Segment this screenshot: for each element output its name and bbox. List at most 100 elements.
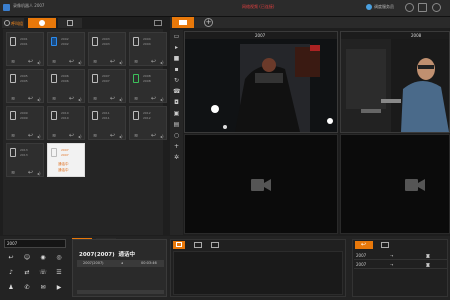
person-icon [39,20,45,26]
record-list-icon[interactable] [381,242,389,248]
active-tab-highlight[interactable] [28,18,56,28]
close-button[interactable] [432,3,441,12]
member-tile[interactable]: 2007 2007 ≋ ↩ ◂) [88,69,126,103]
file-icon[interactable] [211,242,219,248]
member-tile[interactable]: 2009 2009 ≋ ↩ ◂) [6,106,44,140]
record-play-icon[interactable]: ◙ [426,262,430,267]
settings-icon[interactable]: ✲ [173,155,180,161]
transfer-icon[interactable]: ⇄ [22,269,32,277]
left-tab-bar: 呼叫组 通讯录 [0,18,166,46]
forward-icon[interactable]: ▸ [173,45,180,51]
video-cell-4[interactable] [340,134,450,234]
plus-icon[interactable]: + [173,144,180,150]
member-tile[interactable]: 2002 2002 ≋ ↩ ◂) [47,32,85,66]
mute-icon[interactable]: ♪ [6,269,16,277]
record-icon[interactable]: ▪ [173,67,180,73]
tile-id: 2007 [61,148,69,152]
tile-id-secondary: 2009 [20,116,28,120]
volume-icon: ◂) [160,134,164,139]
member-tile[interactable]: 2013 2013 ≋ ↩ ◂) [6,143,44,177]
member-tile[interactable]: 2005 2005 ≋ ↩ ◂) [6,69,44,103]
camera-icon[interactable]: ◘ [173,100,180,106]
tile-id: 2008 [143,74,151,78]
media-tab-1[interactable] [173,241,185,249]
member-tile[interactable]: 2003 2003 ≋ ↩ ◂) [88,32,126,66]
settings-icon[interactable] [405,3,414,12]
signal-icon: ≋ [134,133,139,139]
video-tab-bar: + [170,17,450,28]
tab-groups[interactable]: 呼叫组 [2,18,24,28]
layout-icon[interactable]: ▭ [173,34,180,40]
signal-icon: ≋ [52,133,57,139]
tile-id: 2010 [61,111,69,115]
video-cell-3[interactable] [184,134,338,234]
group-call-icon[interactable]: ☺ [22,254,32,262]
record-play-icon[interactable]: ◙ [426,253,430,258]
member-tile[interactable]: 2006 2006 ≋ ↩ ◂) [47,69,85,103]
tile-id-secondary: 2012 [143,116,151,120]
reload-icon[interactable]: ↻ [173,78,180,84]
stop-icon[interactable]: ■ [173,56,180,62]
member-tile[interactable]: 2001 2001 ≋ ↩ ◂) [6,32,44,66]
volume-icon: ◂) [78,60,82,65]
tile-id-secondary: 2010 [61,116,69,120]
tile-state-secondary: 通话中 [58,168,69,172]
phone-icon [92,74,98,83]
intercom-icon[interactable]: ☏ [38,269,48,277]
video-cell-1[interactable]: 2007 [184,31,338,133]
member-tile[interactable]: 2004 2004 ≋ ↩ ◂) [129,32,167,66]
record-row[interactable]: 2007 → ◙ [354,261,448,269]
video-cell-1-id: 2007 [255,33,266,38]
video-feed-2 [341,39,449,132]
volume-icon: ◂) [78,97,82,102]
add-tab-button[interactable]: + [204,18,213,27]
member-tile[interactable]: 2008 2008 ≋ ↩ ◂) [129,69,167,103]
record-row[interactable]: 2007 → ◙ [354,252,448,260]
member-tile[interactable]: 2007 2007 通话中 通话中 [47,143,85,177]
dial-input[interactable]: 2007 [4,239,66,248]
collapse-icon[interactable] [154,20,162,26]
call-row-time: 00:03:46 [141,261,157,265]
call-row[interactable]: 2007(2007) ◂ 00:03:46 [77,260,164,267]
monitor-icon[interactable]: ◎ [54,254,64,262]
tile-id: 2007 [102,74,110,78]
handset-icon: ↩ [28,58,34,65]
member-tile[interactable]: 2011 2011 ≋ ↩ ◂) [88,106,126,140]
image-icon[interactable] [194,242,202,248]
minimize-button[interactable] [418,3,427,12]
video-call-icon[interactable]: ▶ [54,284,64,292]
tab-extra[interactable] [58,18,82,28]
handset-icon: ↩ [110,95,116,102]
volume-icon: ◂) [37,97,41,102]
tab-video[interactable] [172,17,194,28]
screenshot-icon[interactable]: ▣ [173,111,180,117]
video-cell-2[interactable]: 2008 [340,31,450,133]
volume-icon: ◂) [78,134,82,139]
call-icon[interactable]: ☎ [173,89,180,95]
call-title: 2007(2007) 通话中 [79,250,135,258]
dialpad-icon [67,20,73,26]
signal-icon: ≋ [11,170,16,176]
phone-icon [51,74,57,83]
member-tile[interactable]: 2012 2012 ≋ ↩ ◂) [129,106,167,140]
hangup-icon[interactable]: ↩ [6,254,16,262]
tile-id-secondary: 2003 [102,42,110,46]
member-tile[interactable]: 2010 2010 ≋ ↩ ◂) [47,106,85,140]
person-icon[interactable]: ♟ [6,284,16,292]
tile-id: 2011 [102,111,110,115]
zoom-icon[interactable]: ○ [173,133,180,139]
call-icon[interactable]: ✆ [22,284,32,292]
message-icon[interactable]: ✉ [38,284,48,292]
tile-id: 2012 [143,111,151,115]
call-progress-bar[interactable] [77,290,164,294]
app-icon [3,4,10,11]
records-tab[interactable]: ↩ [355,241,373,249]
window-icon[interactable]: ▤ [173,122,180,128]
record-number: 2007 [356,253,367,258]
conference-icon[interactable]: ☰ [54,269,64,277]
call-panel: 2007(2007) 通话中 2007(2007) ◂ 00:03:46 [72,239,167,297]
broadcast-icon[interactable]: ◉ [38,254,48,262]
signal-icon: ≋ [11,59,16,65]
connection-status: 网络视频 (已连接) [242,4,275,9]
title-bar: 录像机器人 2007 网络视频 (已连接) 调度服务员 [0,0,450,17]
